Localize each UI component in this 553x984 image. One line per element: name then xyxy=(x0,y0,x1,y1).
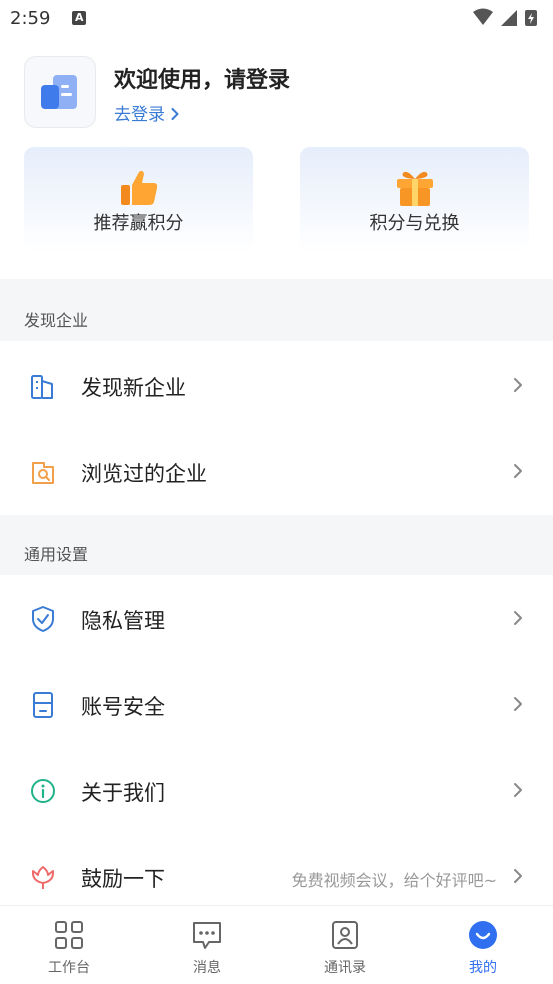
welcome-title: 欢迎使用，请登录 xyxy=(114,68,291,93)
thumbs-up-icon xyxy=(120,170,157,205)
list-item-account-security[interactable]: 账号安全 xyxy=(0,662,553,748)
chevron-right-icon xyxy=(514,697,522,711)
gift-icon xyxy=(396,171,433,206)
wifi-signal-battery-icon xyxy=(473,8,537,26)
shield-check-icon xyxy=(32,606,54,632)
chevron-right-icon xyxy=(171,108,179,120)
notification-icon: A xyxy=(72,11,86,25)
search-card-icon xyxy=(32,462,54,484)
list-item-privacy[interactable]: 隐私管理 xyxy=(0,576,553,662)
bottom-tab-bar: 工作台 消息 通讯录 我的 xyxy=(0,905,553,984)
tab-mine[interactable]: 我的 xyxy=(414,906,552,984)
chevron-right-icon xyxy=(514,611,522,625)
list-item-discover-new[interactable]: 发现新企业 xyxy=(0,343,553,429)
list-item-label: 鼓励一下 xyxy=(81,867,165,891)
building-icon xyxy=(31,375,53,399)
chevron-right-icon xyxy=(514,869,522,883)
tab-contacts[interactable]: 通讯录 xyxy=(276,906,414,984)
avatar[interactable] xyxy=(24,56,96,128)
list-item-label: 发现新企业 xyxy=(81,376,186,400)
card-points-label: 积分与兑换 xyxy=(369,213,460,234)
status-time: 2:59 xyxy=(10,8,51,29)
contacts-icon xyxy=(332,921,358,949)
list-item-label: 隐私管理 xyxy=(81,609,165,633)
section-title-discover: 发现企业 xyxy=(24,311,89,330)
tab-label: 消息 xyxy=(193,960,221,976)
chevron-right-icon xyxy=(514,378,522,392)
grid-icon xyxy=(55,921,83,949)
list-item-about-us[interactable]: 关于我们 xyxy=(0,748,553,834)
list-item-label: 账号安全 xyxy=(81,695,165,719)
quick-cards: 推荐赢积分 积分与兑换 xyxy=(24,147,529,257)
section-title-settings: 通用设置 xyxy=(24,545,89,564)
chat-icon xyxy=(193,922,221,949)
tab-label: 工作台 xyxy=(48,960,90,976)
tab-workbench[interactable]: 工作台 xyxy=(0,906,138,984)
login-link[interactable]: 去登录 xyxy=(114,100,179,125)
card-points[interactable]: 积分与兑换 xyxy=(300,147,529,253)
section-settings: 通用设置 xyxy=(0,515,553,575)
profile-header: 欢迎使用，请登录 去登录 xyxy=(24,56,529,128)
chevron-right-icon xyxy=(514,783,522,797)
phone-icon xyxy=(33,692,53,718)
card-recommend[interactable]: 推荐赢积分 xyxy=(24,147,253,253)
chevron-right-icon xyxy=(514,464,522,478)
tab-messages[interactable]: 消息 xyxy=(138,906,276,984)
list-item-browsed[interactable]: 浏览过的企业 xyxy=(0,429,553,515)
app-logo-icon xyxy=(41,75,77,109)
rate-hint: 免费视频会议，给个好评吧~ xyxy=(291,871,497,890)
login-link-label: 去登录 xyxy=(114,105,165,125)
status-bar: 2:59 A xyxy=(0,0,553,38)
list-item-label: 关于我们 xyxy=(81,781,165,805)
card-recommend-label: 推荐赢积分 xyxy=(93,213,184,234)
flower-icon xyxy=(31,866,55,889)
tab-label: 我的 xyxy=(469,960,497,976)
info-icon xyxy=(31,779,55,803)
smile-icon xyxy=(469,921,497,949)
status-icons xyxy=(471,8,543,32)
tab-label: 通讯录 xyxy=(324,960,366,976)
section-discover: 发现企业 xyxy=(0,279,553,341)
list-item-label: 浏览过的企业 xyxy=(81,462,207,486)
